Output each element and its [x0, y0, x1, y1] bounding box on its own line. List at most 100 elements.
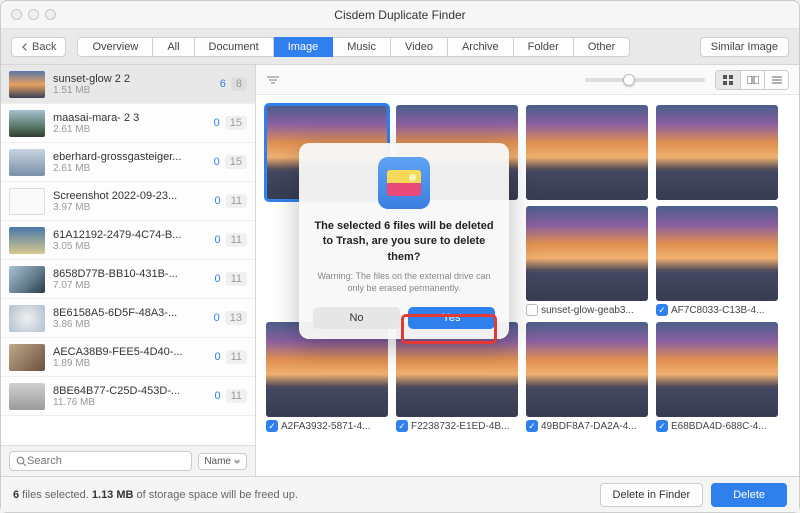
list-item-name: 8BE64B77-C25D-453D-... [53, 385, 214, 397]
thumbnail-card[interactable]: sunset-glow-geab3... [526, 206, 648, 316]
thumbnail-card[interactable] [266, 105, 388, 200]
list-item[interactable]: maasai-mara- 2 3 2.61 MB 0 15 [1, 104, 255, 143]
thumbnail-card[interactable]: ✓ A2FA3932-5871-4... [266, 322, 388, 432]
tab-other[interactable]: Other [574, 37, 631, 57]
thumbnail-icon [9, 305, 45, 332]
selected-count: 0 [214, 390, 220, 402]
thumbnail-card[interactable]: ✓ F2238732-E1ED-4B... [396, 322, 518, 432]
selected-count: 0 [214, 351, 220, 363]
card-image[interactable] [396, 105, 518, 200]
view-mode-segment [715, 70, 789, 90]
total-count: 15 [225, 116, 247, 130]
list-item[interactable]: AECA38B9-FEE5-4D40-... 1.89 MB 0 11 [1, 338, 255, 377]
thumbnail-card[interactable]: ✓ AF7C8033-C13B-4... [656, 206, 778, 316]
list-item[interactable]: eberhard-grossgasteiger... 2.61 MB 0 15 [1, 143, 255, 182]
list-item[interactable]: 8BE64B77-C25D-453D-... 11.76 MB 0 11 [1, 377, 255, 416]
thumbnail-icon [9, 227, 45, 254]
card-image[interactable] [656, 322, 778, 417]
list-item-name: Screenshot 2022-09-23... [53, 190, 214, 202]
checkbox[interactable]: ✓ [396, 420, 408, 432]
card-image[interactable] [656, 206, 778, 301]
delete-button[interactable]: Delete [711, 483, 787, 507]
thumbnail-icon [9, 383, 45, 410]
list-item-size: 3.05 MB [53, 241, 214, 252]
selected-count: 0 [214, 156, 220, 168]
card-caption: ✓ AF7C8033-C13B-4... [656, 304, 778, 316]
category-tabs: OverviewAllDocumentImageMusicVideoArchiv… [77, 37, 630, 57]
list-item-name: 61A12192-2479-4C74-B... [53, 229, 214, 241]
card-image[interactable] [266, 105, 388, 200]
checkbox[interactable] [526, 304, 538, 316]
list-item[interactable]: sunset-glow 2 2 1.51 MB 6 8 [1, 65, 255, 104]
total-count: 11 [226, 194, 247, 208]
app-window: Cisdem Duplicate Finder Back OverviewAll… [0, 0, 800, 513]
thumbnail-card[interactable] [396, 105, 518, 200]
card-image[interactable] [266, 322, 388, 417]
list-item-counts: 0 11 [214, 272, 247, 286]
card-filename: A2FA3932-5871-4... [281, 421, 371, 432]
selected-count: 0 [214, 234, 220, 246]
thumbnail-icon [9, 110, 45, 137]
sort-button[interactable]: Name [198, 453, 247, 470]
tab-document[interactable]: Document [195, 37, 274, 57]
list-item-size: 2.61 MB [53, 163, 214, 174]
compare-view-button[interactable] [740, 71, 764, 89]
search-field[interactable] [27, 455, 185, 467]
card-image[interactable] [526, 206, 648, 301]
list-item-info: 8E6158A5-6D5F-48A3-... 3.86 MB [53, 307, 214, 330]
thumbnail-card[interactable]: ✓ 49BDF8A7-DA2A-4... [526, 322, 648, 432]
list-item-size: 3.97 MB [53, 202, 214, 213]
card-image[interactable] [526, 322, 648, 417]
total-count: 11 [226, 272, 247, 286]
checkbox[interactable]: ✓ [656, 420, 668, 432]
list-item[interactable]: 8E6158A5-6D5F-48A3-... 3.86 MB 0 13 [1, 299, 255, 338]
list-item-counts: 6 8 [220, 77, 247, 91]
total-count: 11 [226, 389, 247, 403]
selected-count: 0 [214, 117, 220, 129]
card-image[interactable] [396, 322, 518, 417]
thumbnail-card[interactable] [656, 105, 778, 200]
list-item-info: 8BE64B77-C25D-453D-... 11.76 MB [53, 385, 214, 408]
duplicate-group-list: sunset-glow 2 2 1.51 MB 6 8 maasai-mara-… [1, 65, 255, 445]
tab-archive[interactable]: Archive [448, 37, 514, 57]
delete-in-finder-button[interactable]: Delete in Finder [600, 483, 704, 507]
grid-view-button[interactable] [716, 71, 740, 89]
search-input[interactable] [9, 451, 192, 471]
thumbnail-size-slider[interactable] [585, 78, 705, 82]
card-filename: sunset-glow-geab3... [541, 305, 634, 316]
list-item-counts: 0 15 [214, 155, 247, 169]
checkbox[interactable]: ✓ [266, 420, 278, 432]
thumbnail-card[interactable] [526, 105, 648, 200]
tab-image[interactable]: Image [274, 37, 334, 57]
list-view-button[interactable] [764, 71, 788, 89]
card-image[interactable] [656, 105, 778, 200]
tab-folder[interactable]: Folder [514, 37, 574, 57]
list-item-counts: 0 11 [214, 233, 247, 247]
titlebar: Cisdem Duplicate Finder [1, 1, 799, 29]
slider-knob[interactable] [623, 74, 635, 86]
thumbnail-card[interactable]: ✓ E68BDA4D-688C-4... [656, 322, 778, 432]
back-label: Back [32, 41, 56, 53]
tab-video[interactable]: Video [391, 37, 448, 57]
total-count: 13 [225, 311, 247, 325]
tab-music[interactable]: Music [333, 37, 391, 57]
card-image[interactable] [526, 105, 648, 200]
list-item-counts: 0 11 [214, 194, 247, 208]
checkbox[interactable]: ✓ [656, 304, 668, 316]
main-toolbar [256, 65, 799, 95]
back-button[interactable]: Back [11, 37, 66, 57]
list-item-size: 11.76 MB [53, 397, 214, 408]
list-item[interactable]: Screenshot 2022-09-23... 3.97 MB 0 11 [1, 182, 255, 221]
sidebar: sunset-glow 2 2 1.51 MB 6 8 maasai-mara-… [1, 65, 256, 476]
checkbox[interactable]: ✓ [526, 420, 538, 432]
filter-icon[interactable] [266, 75, 280, 85]
tab-all[interactable]: All [153, 37, 194, 57]
thumbnail-icon [9, 188, 45, 215]
status-text: 6 files selected. 1.13 MB of storage spa… [13, 489, 298, 501]
list-item[interactable]: 61A12192-2479-4C74-B... 3.05 MB 0 11 [1, 221, 255, 260]
similar-image-button[interactable]: Similar Image [700, 37, 789, 57]
caret-down-icon [233, 459, 241, 464]
tab-overview[interactable]: Overview [77, 37, 153, 57]
list-item[interactable]: 8658D77B-BB10-431B-... 7.07 MB 0 11 [1, 260, 255, 299]
selected-count: 0 [214, 312, 220, 324]
